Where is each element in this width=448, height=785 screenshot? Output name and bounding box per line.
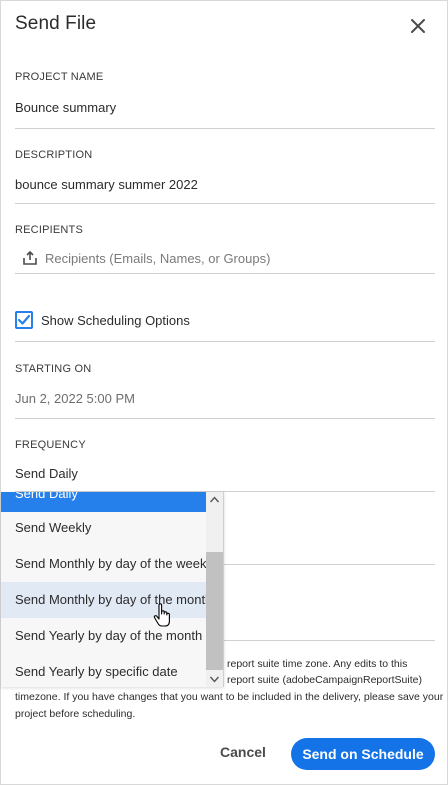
scroll-thumb[interactable] — [206, 552, 223, 670]
option-monthly-day-of-month[interactable]: Send Monthly by day of the month — [1, 582, 212, 618]
show-scheduling-checkbox[interactable] — [15, 311, 33, 329]
hand-cursor-icon — [153, 603, 173, 629]
divider — [15, 341, 435, 342]
dropdown-scrollbar[interactable] — [206, 492, 223, 687]
starting-on-label: STARTING ON — [15, 363, 92, 375]
divider — [15, 203, 435, 204]
share-icon — [22, 250, 38, 266]
option-yearly-day-of-month[interactable]: Send Yearly by day of the month — [1, 618, 206, 654]
option-send-weekly[interactable]: Send Weekly — [1, 510, 206, 546]
frequency-label: FREQUENCY — [15, 439, 86, 451]
divider — [15, 273, 435, 274]
dialog-title: Send File — [15, 13, 97, 34]
frequency-select[interactable]: Send Daily — [15, 466, 78, 481]
scroll-up-icon[interactable] — [206, 492, 223, 508]
starting-on-value[interactable]: Jun 2, 2022 5:00 PM — [15, 391, 135, 406]
divider — [223, 564, 435, 565]
project-name-label: PROJECT NAME — [15, 71, 104, 83]
send-file-dialog: Send File PROJECT NAME Bounce summary DE… — [0, 0, 448, 785]
option-send-daily[interactable]: Send Daily — [1, 492, 206, 512]
frequency-dropdown[interactable]: Send Daily Send Weekly Send Monthly by d… — [1, 492, 224, 687]
note-line-2: report suite (adobeCampaignReportSuite) — [227, 674, 422, 686]
description-label: DESCRIPTION — [15, 149, 93, 161]
note-line-3: timezone. If you have changes that you w… — [15, 691, 444, 703]
recipients-input[interactable] — [45, 248, 425, 268]
show-scheduling-label[interactable]: Show Scheduling Options — [41, 313, 190, 328]
note-line-4: project before scheduling. — [15, 708, 136, 720]
cancel-button[interactable]: Cancel — [220, 744, 266, 760]
send-on-schedule-button[interactable]: Send on Schedule — [291, 738, 435, 770]
recipients-label: RECIPIENTS — [15, 224, 84, 236]
divider — [15, 418, 435, 419]
divider — [223, 640, 435, 641]
description-value[interactable]: bounce summary summer 2022 — [15, 177, 198, 192]
recipients-field[interactable] — [15, 248, 435, 268]
project-name-value[interactable]: Bounce summary — [15, 100, 116, 115]
option-yearly-specific-date[interactable]: Send Yearly by specific date — [1, 654, 206, 687]
close-icon[interactable] — [410, 18, 426, 34]
scroll-down-icon[interactable] — [206, 671, 223, 687]
divider — [15, 128, 435, 129]
option-monthly-day-of-week[interactable]: Send Monthly by day of the week — [1, 546, 207, 582]
